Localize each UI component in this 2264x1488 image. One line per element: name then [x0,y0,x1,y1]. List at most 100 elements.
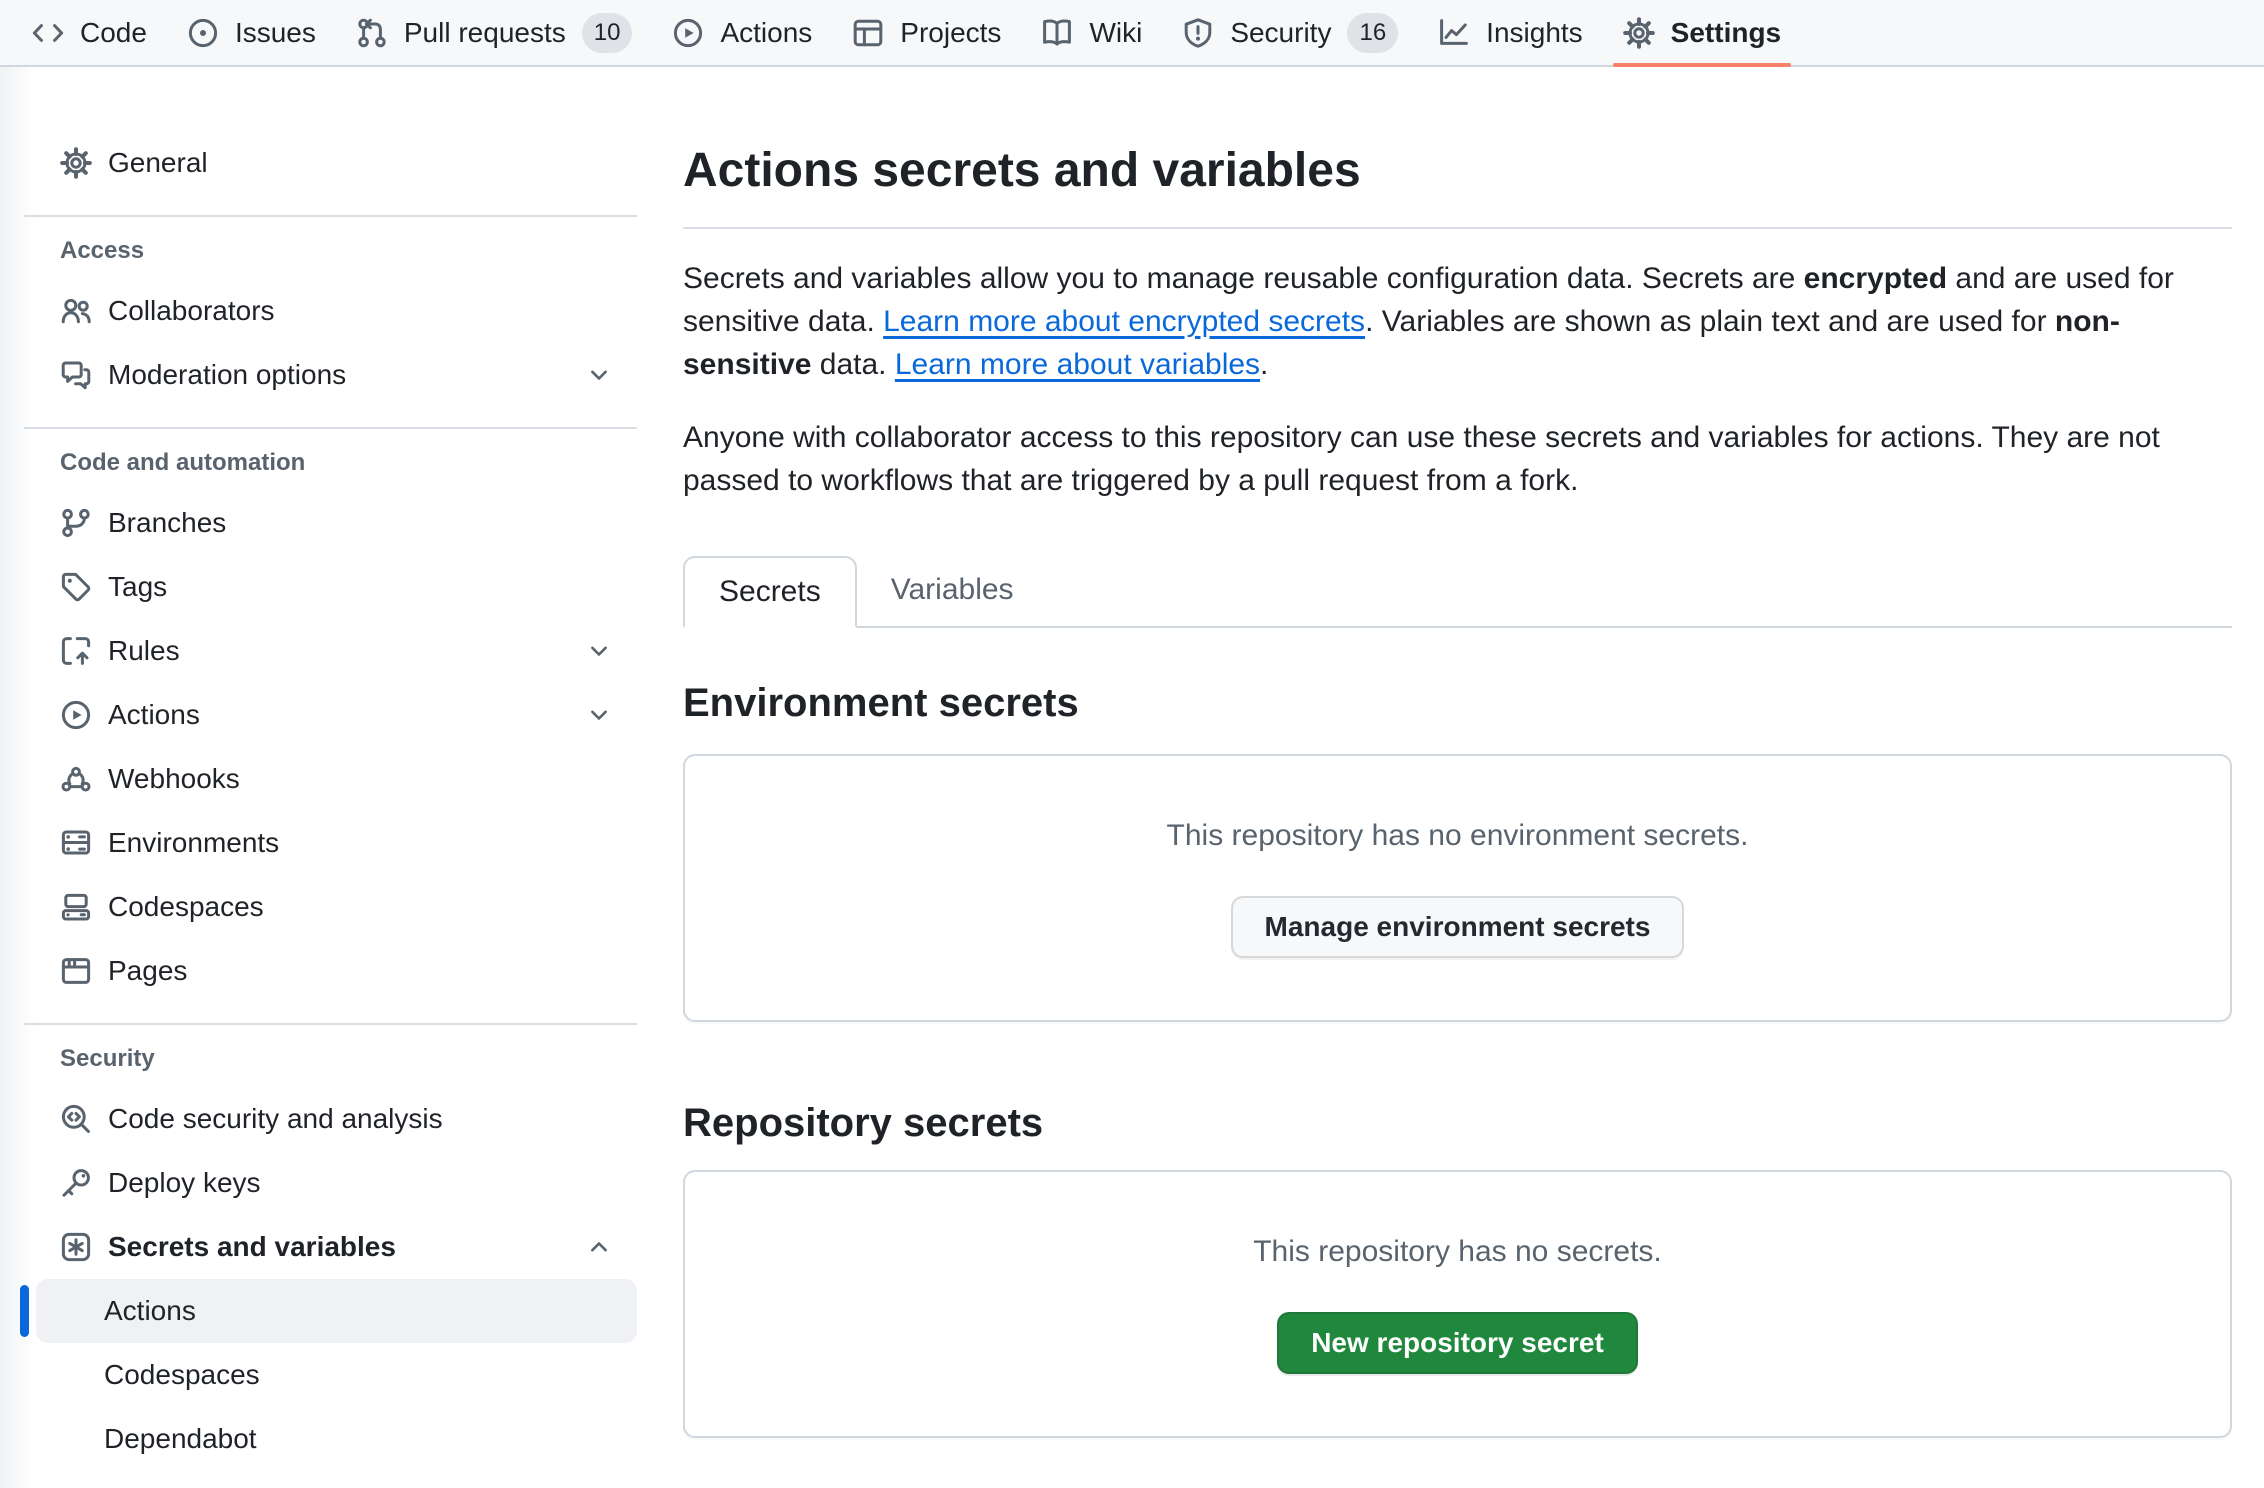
key-icon [60,1167,92,1199]
sidebar-item-label: Moderation options [108,359,346,391]
learn-more-encrypted-secrets-link[interactable]: Learn more about encrypted secrets [883,305,1365,338]
gear-icon [1623,17,1655,49]
repo-tab-nav: Code Issues Pull requests 10 Actions Projects… [0,0,2264,67]
paragraph-text: . Variables are shown as plain text and … [1365,305,2055,338]
git-pull-request-icon [356,17,388,49]
browser-icon [60,955,92,987]
nav-tab-label: Actions [720,17,812,49]
sidebar-item-webhooks[interactable]: Webhooks [36,747,637,811]
sidebar-section-title-access: Access [36,225,637,273]
sidebar-item-label: Code security and analysis [108,1103,443,1135]
server-icon [60,827,92,859]
shield-icon [1182,17,1214,49]
nav-tab-issues[interactable]: Issues [171,0,332,65]
sidebar-item-label: Secrets and variables [108,1231,396,1263]
environment-secrets-empty-box: This repository has no environment secre… [683,754,2232,1022]
tab-secrets[interactable]: Secrets [683,556,857,628]
sidebar-item-deploy-keys[interactable]: Deploy keys [36,1151,637,1215]
sidebar-item-general[interactable]: General [36,131,637,195]
sidebar-item-label: Dependabot [104,1423,257,1455]
sidebar-divider [24,215,637,217]
rules-icon [60,635,92,667]
sidebar-item-secrets-and-variables[interactable]: Secrets and variables [36,1215,637,1279]
chevron-down-icon [585,637,613,665]
sidebar-item-codespaces[interactable]: Codespaces [36,875,637,939]
sidebar-item-rules[interactable]: Rules [36,619,637,683]
chevron-down-icon [585,701,613,729]
sidebar-item-label: Branches [108,507,226,539]
tab-variables[interactable]: Variables [857,554,1048,626]
sidebar-item-tags[interactable]: Tags [36,555,637,619]
manage-environment-secrets-button[interactable]: Manage environment secrets [1231,896,1685,958]
nav-tab-wiki[interactable]: Wiki [1025,0,1158,65]
book-icon [1041,17,1073,49]
sidebar-item-moderation-options[interactable]: Moderation options [36,343,637,407]
nav-tab-settings[interactable]: Settings [1607,0,1797,65]
nav-tab-label: Insights [1486,17,1583,49]
sidebar-item-actions[interactable]: Actions [36,683,637,747]
nav-tab-label: Wiki [1089,17,1142,49]
sidebar-item-label: Pages [108,955,187,987]
nav-tab-label: Issues [235,17,316,49]
codespaces-icon [60,891,92,923]
nav-tab-code[interactable]: Code [16,0,163,65]
nav-tab-actions[interactable]: Actions [656,0,828,65]
sidebar-section-title-code-and-automation: Code and automation [36,437,637,485]
sidebar-item-collaborators[interactable]: Collaborators [36,279,637,343]
sidebar-item-dependabot-sub[interactable]: Dependabot [36,1407,637,1471]
nav-tab-insights[interactable]: Insights [1422,0,1599,65]
gear-icon [60,147,92,179]
nav-tab-label: Pull requests [404,17,566,49]
comment-discussion-icon [60,359,92,391]
sidebar-item-label: Tags [108,571,167,603]
chevron-down-icon [585,361,613,389]
tag-icon [60,571,92,603]
chevron-up-icon [585,1233,613,1261]
table-icon [852,17,884,49]
nav-tab-label: Projects [900,17,1001,49]
repository-secrets-empty-box: This repository has no secrets. New repo… [683,1170,2232,1438]
nav-tab-label: Code [80,17,147,49]
nav-tab-pull-requests[interactable]: Pull requests 10 [340,0,649,65]
sidebar-item-label: Codespaces [104,1359,260,1391]
sidebar-item-label: Environments [108,827,279,859]
git-branch-icon [60,507,92,539]
page-title: Actions secrets and variables [683,141,2232,201]
sidebar-divider [24,427,637,429]
settings-main: Actions secrets and variables Secrets an… [660,67,2264,1488]
paragraph-text: data. [811,348,894,381]
sidebar-item-label: General [108,147,208,179]
count-badge: 10 [582,13,633,53]
repository-secrets-empty-text: This repository has no secrets. [685,1230,2230,1274]
codescan-icon [60,1103,92,1135]
new-repository-secret-button[interactable]: New repository secret [1277,1312,1638,1374]
sidebar-item-label: Deploy keys [108,1167,261,1199]
sidebar-item-codespaces-sub[interactable]: Codespaces [36,1343,637,1407]
sidebar-item-environments[interactable]: Environments [36,811,637,875]
page-layout: General Access Collaborators Moderation opt… [0,67,2264,1488]
collaborator-paragraph: Anyone with collaborator access to this … [683,416,2223,502]
code-icon [32,17,64,49]
webhook-icon [60,763,92,795]
sidebar-section-title-security: Security [36,1033,637,1081]
people-icon [60,295,92,327]
issue-opened-icon [187,17,219,49]
sidebar-item-label: Codespaces [108,891,264,923]
nav-tab-label: Settings [1671,17,1781,49]
nav-tab-security[interactable]: Security16 [1166,0,1414,65]
sidebar-divider [24,1023,637,1025]
sidebar-item-actions-sub[interactable]: Actions [36,1279,637,1343]
sidebar-item-branches[interactable]: Branches [36,491,637,555]
count-badge: 16 [1347,13,1398,53]
nav-tab-projects[interactable]: Projects [836,0,1017,65]
environment-secrets-empty-text: This repository has no environment secre… [685,814,2230,858]
environment-secrets-heading: Environment secrets [683,678,2232,728]
intro-paragraph: Secrets and variables allow you to manag… [683,257,2223,386]
sidebar-item-label: Collaborators [108,295,275,327]
sidebar-item-label: Webhooks [108,763,240,795]
learn-more-variables-link[interactable]: Learn more about variables [895,348,1260,381]
sidebar-item-pages[interactable]: Pages [36,939,637,1003]
graph-icon [1438,17,1470,49]
sidebar-item-code-security-and-analysis[interactable]: Code security and analysis [36,1087,637,1151]
settings-sidebar: General Access Collaborators Moderation opt… [0,67,660,1488]
